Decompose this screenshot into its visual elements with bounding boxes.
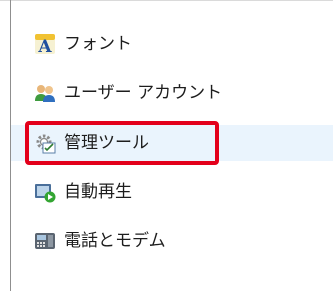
item-label: フォント: [64, 34, 132, 54]
autoplay-icon: [34, 181, 56, 203]
list-item-phone-and-modem[interactable]: 電話とモデム: [11, 223, 333, 259]
item-label: 自動再生: [64, 182, 132, 202]
user-accounts-icon: [34, 82, 56, 104]
administrative-tools-icon: [34, 132, 56, 154]
list-item-administrative-tools[interactable]: 管理ツール: [11, 125, 333, 161]
item-label: 電話とモデム: [64, 231, 166, 251]
control-panel-list-view: A フォント ユーザー アカウント 管理ツール 自動再生 電話とモデム: [0, 0, 333, 291]
list-item-user-accounts[interactable]: ユーザー アカウント: [11, 75, 333, 111]
font-icon: A: [34, 33, 56, 55]
item-label: 管理ツール: [64, 133, 149, 153]
items-list: A フォント ユーザー アカウント 管理ツール 自動再生 電話とモデム: [11, 0, 333, 291]
item-label: ユーザー アカウント: [64, 83, 223, 103]
svg-text:A: A: [37, 37, 52, 55]
list-item-fonts[interactable]: A フォント: [11, 26, 333, 62]
list-item-autoplay[interactable]: 自動再生: [11, 174, 333, 210]
phone-modem-icon: [34, 230, 56, 252]
